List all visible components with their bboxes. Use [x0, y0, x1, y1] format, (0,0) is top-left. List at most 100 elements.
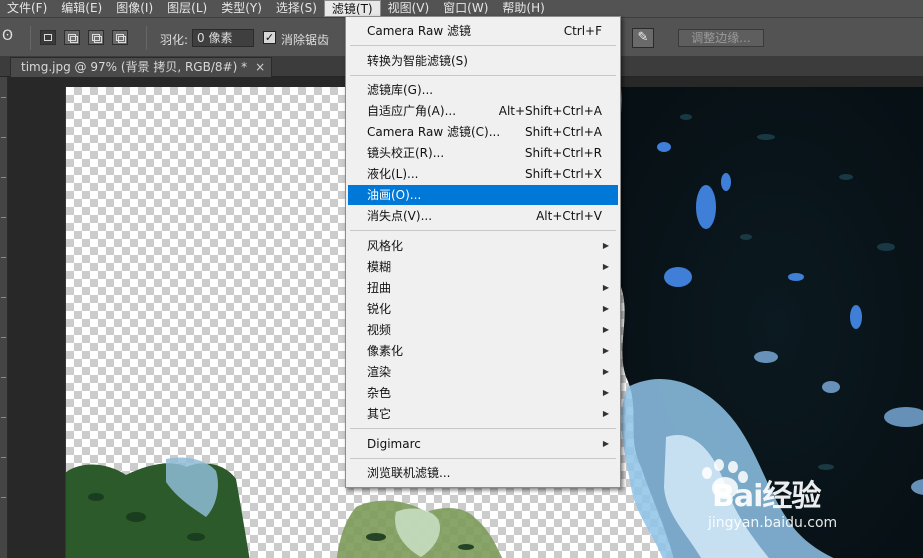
menu-item-label: Camera Raw 滤镜(C)... [367, 125, 501, 139]
menu-separator [350, 75, 616, 76]
menu-separator [350, 428, 616, 429]
menu-item-sharpen[interactable]: 锐化 ▶ [348, 299, 618, 319]
baidu-jingyan-watermark: Bai经验 jingyan.baidu.com [698, 455, 898, 545]
menu-item-shortcut: Shift+Ctrl+X [525, 167, 602, 181]
menu-item-label: 其它 [367, 407, 392, 421]
tool-divider [1, 257, 6, 258]
menu-item-label: 视频 [367, 323, 392, 337]
menu-edit[interactable]: 编辑(E) [54, 0, 109, 17]
new-selection-mode-button[interactable] [40, 30, 56, 45]
intersect-selection-mode-button[interactable] [112, 30, 128, 45]
menu-type[interactable]: 类型(Y) [214, 0, 269, 17]
close-icon[interactable]: × [255, 60, 265, 74]
tool-divider [1, 177, 6, 178]
menu-item-render[interactable]: 渲染 ▶ [348, 362, 618, 382]
menu-item-filter-gallery[interactable]: 滤镜库(G)... [348, 80, 618, 100]
menu-item-distort[interactable]: 扭曲 ▶ [348, 278, 618, 298]
menu-item-shortcut: Alt+Ctrl+V [536, 209, 602, 223]
menu-item-label: Camera Raw 滤镜 [367, 24, 471, 38]
menu-item-label: 浏览联机滤镜... [367, 466, 451, 480]
menu-item-label: 渲染 [367, 365, 392, 379]
menu-item-digimarc[interactable]: Digimarc ▶ [348, 434, 618, 454]
antialias-checkbox[interactable]: ✓ [263, 31, 276, 44]
menu-item-label: 转换为智能滤镜(S) [367, 54, 468, 68]
menu-item-vanishing-point[interactable]: 消失点(V)... Alt+Ctrl+V [348, 206, 618, 226]
submenu-arrow-icon: ▶ [602, 262, 609, 271]
tool-divider [1, 217, 6, 218]
submenu-arrow-icon: ▶ [602, 283, 609, 292]
menu-item-stylize[interactable]: 风格化 ▶ [348, 236, 618, 256]
menu-item-adaptive-wide-angle[interactable]: 自适应广角(A)... Alt+Shift+Ctrl+A [348, 101, 618, 121]
tool-divider [1, 97, 6, 98]
submenu-arrow-icon: ▶ [602, 325, 609, 334]
menu-item-shortcut: Ctrl+F [563, 24, 602, 38]
menu-image[interactable]: 图像(I) [109, 0, 160, 17]
menu-item-camera-raw-last[interactable]: Camera Raw 滤镜 Ctrl+F [348, 21, 618, 41]
menu-item-browse-online-filters[interactable]: 浏览联机滤镜... [348, 463, 618, 483]
menu-item-label: 油画(O)... [367, 188, 422, 202]
refine-brush-icon[interactable]: ✎ [632, 28, 654, 48]
watermark-url: jingyan.baidu.com [708, 515, 838, 531]
add-selection-mode-button[interactable] [64, 30, 80, 45]
tools-panel [0, 77, 8, 558]
menu-help[interactable]: 帮助(H) [495, 0, 551, 17]
menu-item-label: 风格化 [367, 239, 404, 253]
menu-select[interactable]: 选择(S) [269, 0, 324, 17]
menu-separator [350, 230, 616, 231]
menu-separator [350, 45, 616, 46]
menu-item-shortcut: Shift+Ctrl+R [524, 146, 602, 160]
submenu-arrow-icon: ▶ [602, 367, 609, 376]
subtract-selection-mode-button[interactable] [88, 30, 104, 45]
submenu-arrow-icon: ▶ [602, 304, 609, 313]
document-tab[interactable]: timg.jpg @ 97% (背景 拷贝, RGB/8#) * × [10, 57, 273, 77]
divider [30, 26, 31, 50]
menu-item-camera-raw[interactable]: Camera Raw 滤镜(C)... Shift+Ctrl+A [348, 122, 618, 142]
menu-item-pixelate[interactable]: 像素化 ▶ [348, 341, 618, 361]
lasso-tool-icon[interactable]: ʘ [2, 28, 16, 46]
submenu-arrow-icon: ▶ [602, 388, 609, 397]
feather-input[interactable]: 0 像素 [192, 29, 254, 47]
menu-item-label: 像素化 [367, 344, 404, 358]
menu-item-label: 滤镜库(G)... [367, 83, 434, 97]
document-tab-title: timg.jpg @ 97% (背景 拷贝, RGB/8#) * [21, 60, 248, 74]
menu-item-noise[interactable]: 杂色 ▶ [348, 383, 618, 403]
menu-item-label: 自适应广角(A)... [367, 104, 457, 118]
submenu-arrow-icon: ▶ [602, 439, 609, 448]
menu-separator [350, 458, 616, 459]
menu-item-label: 扭曲 [367, 281, 392, 295]
menu-item-blur[interactable]: 模糊 ▶ [348, 257, 618, 277]
menu-item-label: 锐化 [367, 302, 392, 316]
watermark-brand: Bai经验 [712, 479, 821, 514]
menu-item-shortcut: Alt+Shift+Ctrl+A [498, 104, 602, 118]
menu-bar: 文件(F) 编辑(E) 图像(I) 图层(L) 类型(Y) 选择(S) 滤镜(T… [0, 0, 923, 17]
menu-item-convert-smart-filters[interactable]: 转换为智能滤镜(S) [348, 51, 618, 71]
menu-item-oil-paint[interactable]: 油画(O)... [348, 185, 618, 205]
submenu-arrow-icon: ▶ [602, 409, 609, 418]
menu-item-other[interactable]: 其它 ▶ [348, 404, 618, 424]
menu-item-label: 镜头校正(R)... [367, 146, 445, 160]
menu-filter[interactable]: 滤镜(T) [323, 0, 381, 17]
menu-item-label: 液化(L)... [367, 167, 419, 181]
menu-window[interactable]: 窗口(W) [436, 0, 495, 17]
tool-divider [1, 137, 6, 138]
tool-divider [1, 297, 6, 298]
tool-divider [1, 497, 6, 498]
menu-item-label: Digimarc [367, 437, 421, 451]
menu-item-shortcut: Shift+Ctrl+A [525, 125, 602, 139]
menu-item-liquify[interactable]: 液化(L)... Shift+Ctrl+X [348, 164, 618, 184]
menu-layer[interactable]: 图层(L) [160, 0, 214, 17]
menu-file[interactable]: 文件(F) [0, 0, 54, 17]
tool-divider [1, 337, 6, 338]
filter-menu-dropdown: Camera Raw 滤镜 Ctrl+F 转换为智能滤镜(S) 滤镜库(G)...… [345, 16, 621, 488]
menu-item-label: 消失点(V)... [367, 209, 433, 223]
menu-view[interactable]: 视图(V) [381, 0, 437, 17]
menu-item-label: 模糊 [367, 260, 392, 274]
menu-item-video[interactable]: 视频 ▶ [348, 320, 618, 340]
divider [146, 26, 147, 50]
refine-edge-button[interactable]: 调整边缘... [678, 29, 764, 47]
antialias-label: 消除锯齿 [281, 33, 330, 47]
submenu-arrow-icon: ▶ [602, 241, 609, 250]
menu-item-label: 杂色 [367, 386, 392, 400]
tool-divider [1, 417, 6, 418]
menu-item-lens-correction[interactable]: 镜头校正(R)... Shift+Ctrl+R [348, 143, 618, 163]
